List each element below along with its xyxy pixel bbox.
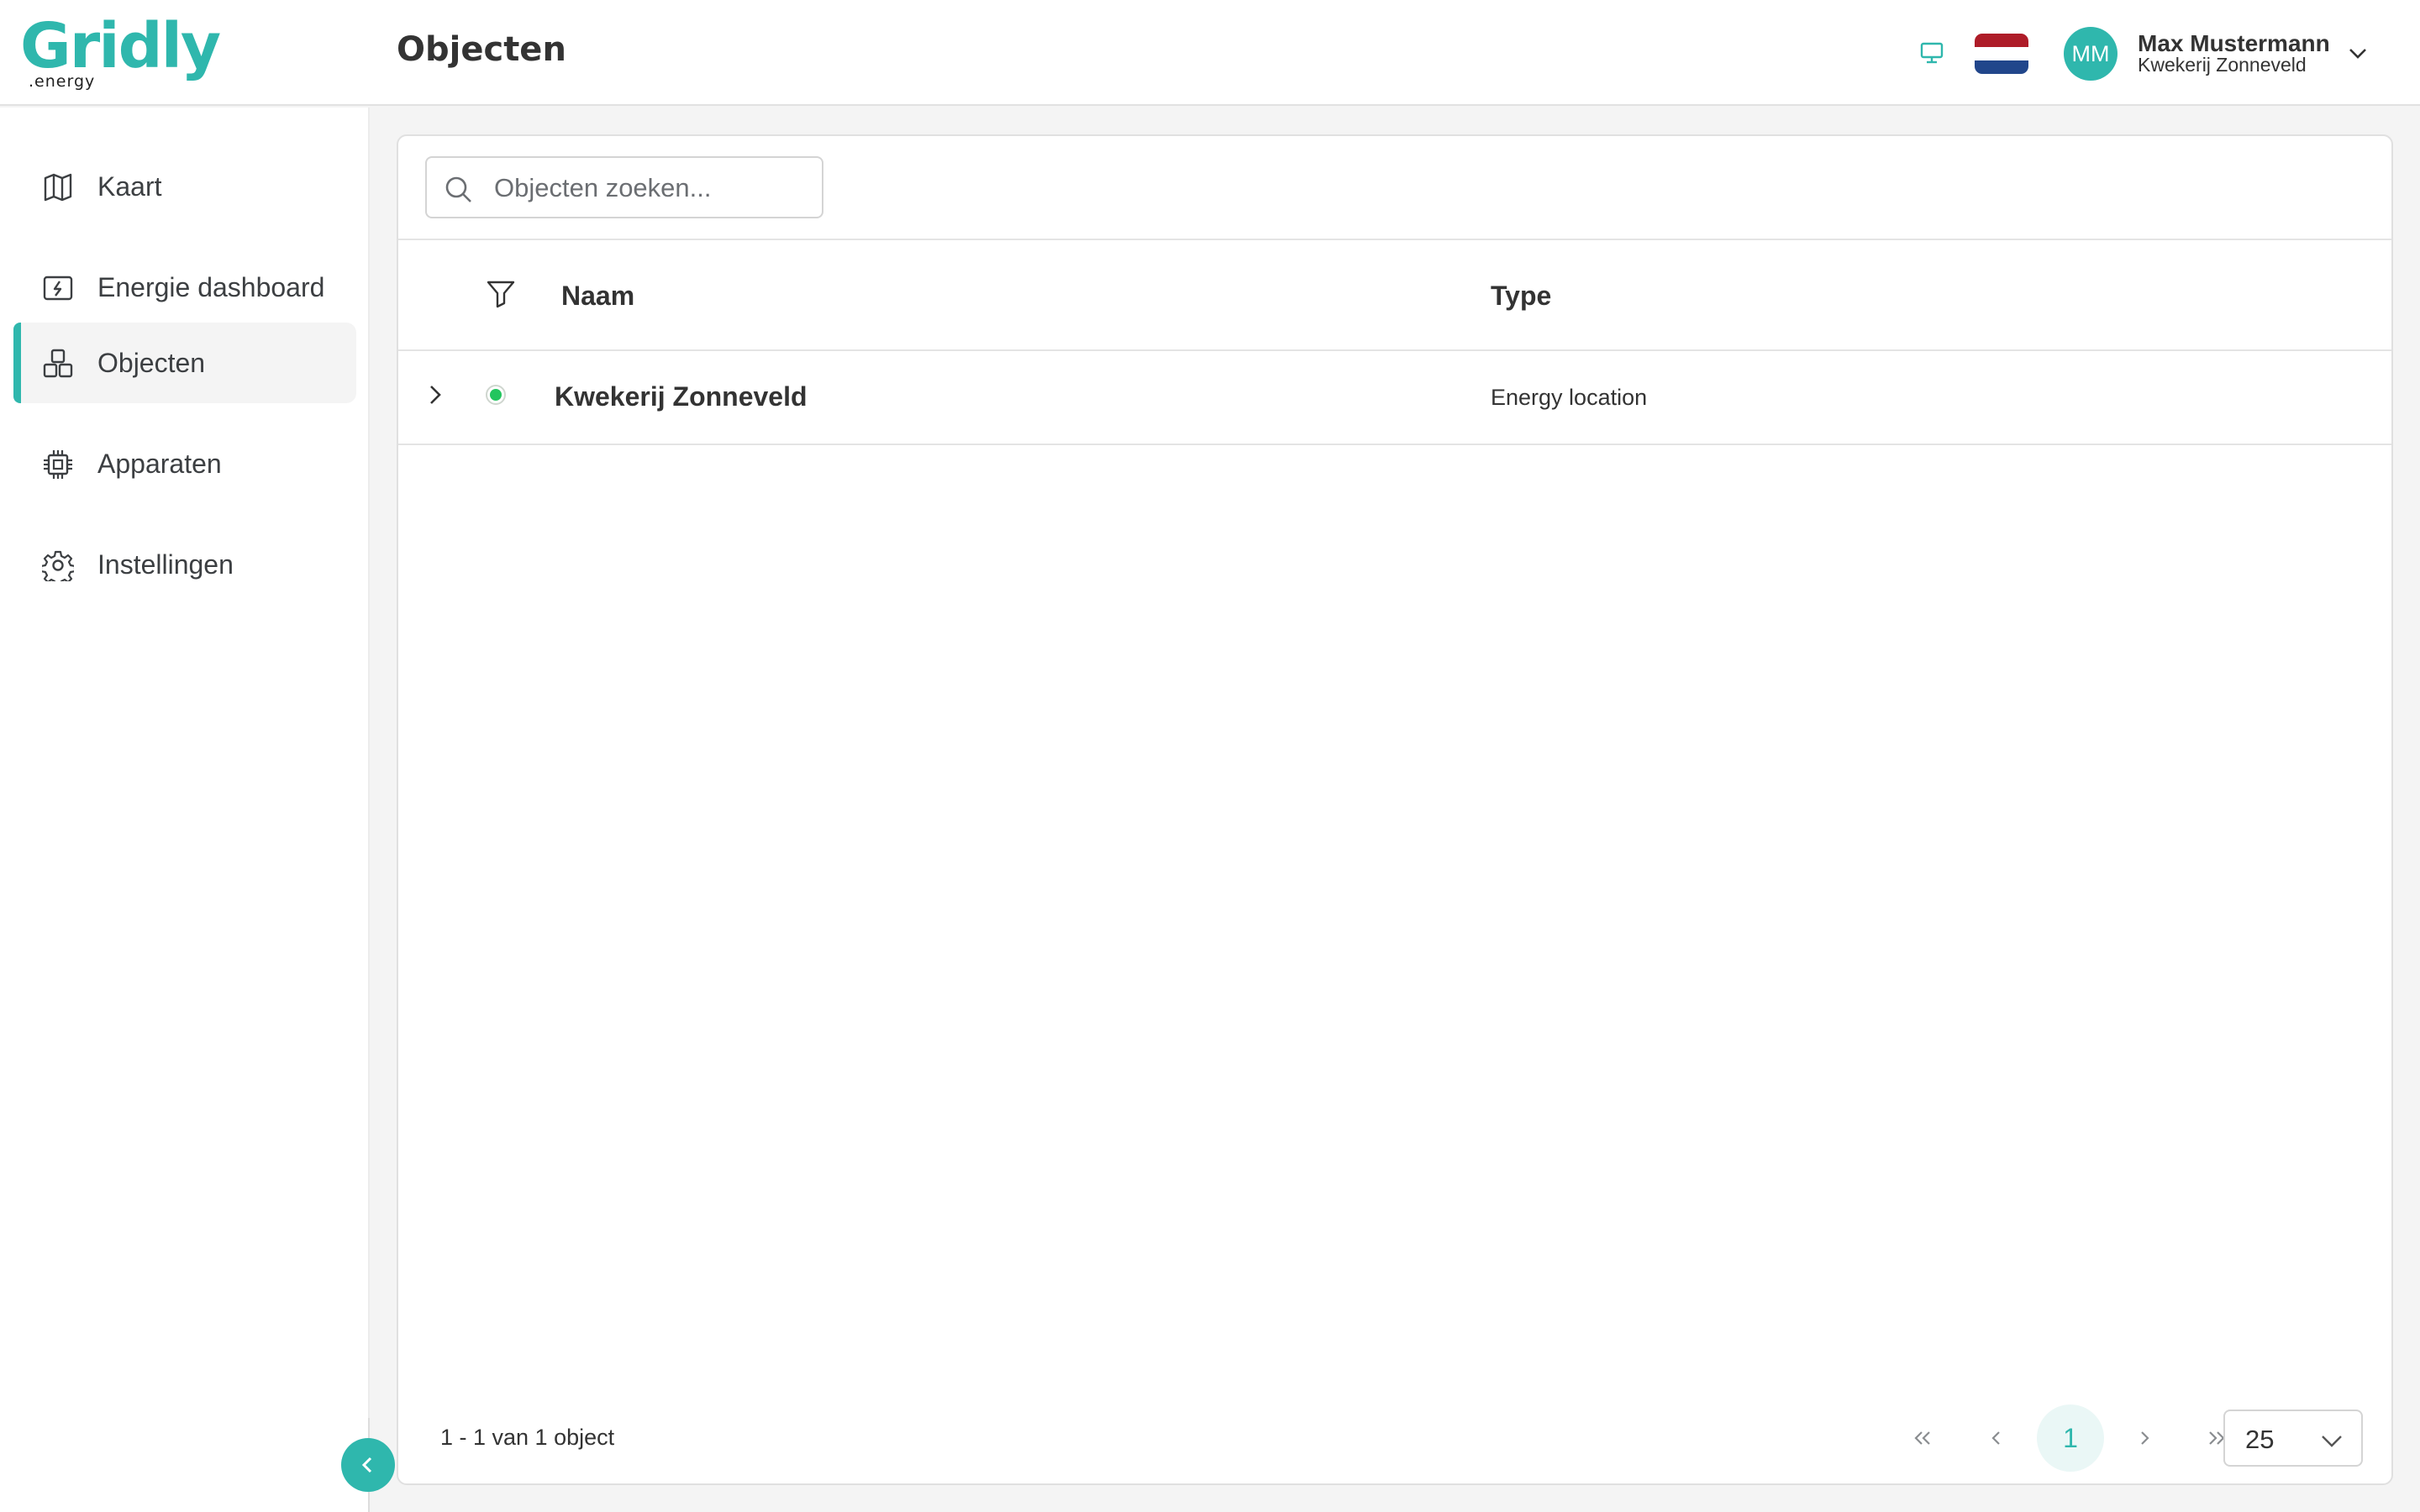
cell-name[interactable]: Kwekerij Zonneveld (555, 381, 808, 412)
brand-name: Gridly (20, 10, 221, 82)
divider (398, 349, 2391, 351)
chevron-left-icon (361, 1457, 372, 1473)
divider (398, 239, 2391, 240)
avatar[interactable]: MM (2064, 27, 2118, 81)
column-header-type[interactable]: Type (1491, 281, 1551, 312)
status-online-icon (486, 385, 506, 405)
cell-type: Energy location (1491, 385, 1648, 410)
sidebar-item-objecten[interactable]: Objecten (13, 323, 356, 403)
page-1-button[interactable]: 1 (2037, 1404, 2104, 1472)
objects-icon (43, 349, 73, 378)
sidebar-item-energie-dashboard[interactable]: Energie dashboard (13, 247, 356, 328)
monitor-icon[interactable] (1919, 40, 1944, 66)
collapse-sidebar-button[interactable] (341, 1438, 395, 1492)
chevron-down-icon[interactable] (2346, 42, 2370, 66)
netherlands-flag-icon[interactable] (1975, 34, 2028, 74)
search-icon (445, 176, 471, 202)
top-header: Gridly .energy Objecten MM Max Musterman… (0, 0, 2420, 106)
sidebar-item-apparaten[interactable]: Apparaten (13, 423, 356, 504)
sidebar-item-label: Objecten (97, 348, 206, 378)
chevron-right-icon[interactable] (424, 383, 447, 407)
brand-sub: .energy (29, 72, 96, 91)
first-page-button[interactable] (1889, 1404, 1956, 1472)
sidebar-item-label: Kaart (97, 171, 162, 202)
chevron-left-icon (1991, 1431, 2000, 1445)
chevron-down-icon (2322, 1436, 2342, 1447)
divider (398, 444, 2391, 445)
map-icon (44, 173, 72, 202)
next-page-button[interactable] (2111, 1404, 2178, 1472)
page-title: Objecten (397, 30, 566, 69)
rows-per-page-value: 25 (2245, 1425, 2275, 1454)
brand-logo[interactable]: Gridly .energy (20, 15, 222, 92)
column-header-naam[interactable]: Naam (561, 281, 634, 312)
search-input[interactable] (494, 168, 813, 208)
previous-page-button[interactable] (1963, 1404, 2030, 1472)
filter-icon[interactable] (486, 279, 516, 309)
sidebar-item-kaart[interactable]: Kaart (13, 146, 356, 227)
sidebar-item-label: Apparaten (97, 449, 222, 479)
chip-icon (44, 450, 72, 479)
objects-card: Naam Type Kwekerij Zonneveld Energy loca… (397, 134, 2393, 1485)
search-box[interactable] (425, 156, 823, 218)
sidebar-item-label: Instellingen (97, 549, 234, 580)
sidebar-item-label: Energie dashboard (97, 272, 325, 302)
rows-per-page-select[interactable]: 25 (2223, 1410, 2363, 1467)
chevron-right-icon (2141, 1431, 2149, 1445)
user-organization[interactable]: Kwekerij Zonneveld (2138, 54, 2307, 76)
double-chevron-left-icon (1914, 1431, 1930, 1445)
gear-icon (42, 550, 74, 581)
energy-dashboard-icon (43, 276, 73, 301)
sidebar: Kaart Energie dashboard Objecten Apparat… (0, 108, 370, 1512)
result-count: 1 - 1 van 1 object (440, 1425, 615, 1450)
sidebar-item-instellingen[interactable]: Instellingen (13, 524, 356, 605)
